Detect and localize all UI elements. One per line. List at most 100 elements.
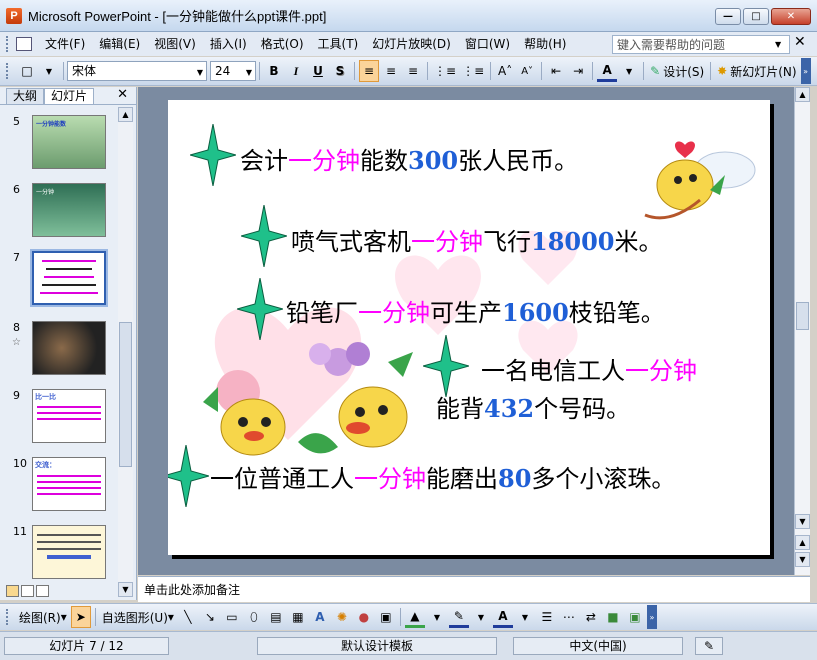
slide-thumb-10[interactable]: 10 交流： [0, 457, 118, 517]
slide-text-line-2[interactable]: 喷气式客机一分钟飞行18000米。 [291, 227, 663, 257]
chevron-down-icon[interactable]: ▼ [775, 40, 781, 49]
slide-text-line-6[interactable]: 一位普通工人一分钟能磨出80多个小滚珠。 [210, 464, 675, 494]
slide-text-line-1[interactable]: 会计一分钟能数300张人民币。 [240, 146, 578, 176]
italic-button[interactable]: I [286, 60, 306, 82]
draw-menu-button[interactable]: 绘图(R) ▾ [17, 606, 69, 628]
scrollbar-thumb[interactable] [796, 302, 809, 330]
line-style-icon[interactable]: ☰ [537, 606, 557, 628]
close-icon[interactable]: ✕ [117, 87, 128, 102]
increase-font-icon[interactable]: A˄ [495, 60, 515, 82]
toolbar-overflow-icon[interactable]: » [800, 58, 811, 84]
slide-thumb-9[interactable]: 9 比一比 [0, 389, 118, 449]
slide-thumbnail[interactable]: 比一比 [32, 389, 106, 443]
slide-thumbnail[interactable]: 一分钟 [32, 183, 106, 237]
autoshapes-button[interactable]: 自选图形(U) ▾ [100, 606, 176, 628]
close-button[interactable]: ✕ [771, 8, 811, 25]
menu-tools[interactable]: 工具(T) [311, 32, 366, 56]
bullets-icon[interactable]: ⋮≡ [460, 60, 486, 82]
bold-button[interactable]: B [264, 60, 284, 82]
chevron-down-icon[interactable]: ▼ [515, 606, 535, 628]
oval-icon[interactable]: ⬯ [244, 606, 264, 628]
select-pointer-icon[interactable]: ➤ [70, 606, 91, 628]
numbering-icon[interactable]: ⋮≡ [432, 60, 458, 82]
menu-file[interactable]: 文件(F) [38, 32, 92, 56]
slide-canvas[interactable]: 会计一分钟能数300张人民币。 喷气式客机一分钟飞行18000米。 铅笔厂一分钟… [168, 100, 770, 555]
shadow-style-icon[interactable]: ■ [603, 606, 623, 628]
maximize-button[interactable]: □ [743, 8, 769, 25]
slide-text-line-5[interactable]: 能背432个号码。 [436, 394, 630, 424]
wordart-icon[interactable]: A [310, 606, 330, 628]
align-left-icon[interactable]: ≡ [359, 60, 379, 82]
font-size-select[interactable]: 24 ▼ [210, 61, 256, 81]
clipart-icon[interactable]: ● [354, 606, 374, 628]
animation-star-icon[interactable]: ☆ [12, 337, 21, 348]
shadow-button[interactable]: S [330, 60, 350, 82]
slide-thumb-6[interactable]: 6 一分钟 [0, 183, 118, 243]
menu-slideshow[interactable]: 幻灯片放映(D) [365, 32, 458, 56]
underline-button[interactable]: U [308, 60, 328, 82]
textbox-icon[interactable]: ▤ [266, 606, 286, 628]
menu-window[interactable]: 窗口(W) [458, 32, 517, 56]
slide-thumb-5[interactable]: 5 一分钟能数 [0, 115, 118, 175]
powerpoint-app-icon[interactable]: P [6, 7, 22, 24]
chevron-down-icon[interactable]: ▼ [427, 606, 447, 628]
tab-slides[interactable]: 幻灯片 [44, 88, 95, 104]
line-icon[interactable]: ╲ [178, 606, 198, 628]
font-color-icon[interactable]: A [492, 606, 513, 628]
font-color-icon[interactable]: A [597, 60, 618, 82]
rectangle-icon[interactable]: ▭ [222, 606, 242, 628]
dash-style-icon[interactable]: ⋯ [559, 606, 579, 628]
menu-help[interactable]: 帮助(H) [517, 32, 573, 56]
slide-thumb-7[interactable]: 7 [0, 249, 118, 311]
chevron-down-icon[interactable]: ▼ [619, 60, 639, 82]
diagram-icon[interactable]: ✺ [332, 606, 352, 628]
normal-view-icon[interactable] [6, 585, 19, 597]
slide-thumbnail[interactable]: 一分钟能数 [32, 115, 106, 169]
slideshow-icon[interactable] [36, 585, 49, 597]
menu-format[interactable]: 格式(O) [254, 32, 311, 56]
arrow-style-icon[interactable]: ⇄ [581, 606, 601, 628]
scroll-down-icon[interactable]: ▼ [118, 582, 133, 597]
toolbar-grip[interactable] [6, 609, 10, 625]
toolbar-options-icon[interactable]: ▼ [39, 60, 59, 82]
vertical-textbox-icon[interactable]: ▦ [288, 606, 308, 628]
slide-scrollbar[interactable]: ▲ ▼ ▲ ▼ [794, 87, 810, 575]
menu-insert[interactable]: 插入(I) [203, 32, 254, 56]
align-center-icon[interactable]: ≡ [381, 60, 401, 82]
slide-thumbnail-selected[interactable] [30, 249, 108, 307]
menu-grip[interactable] [6, 36, 10, 52]
design-button[interactable]: ✎ 设计(S) [648, 60, 706, 82]
menu-edit[interactable]: 编辑(E) [92, 32, 147, 56]
slide-text-line-3[interactable]: 铅笔厂一分钟可生产1600枝铅笔。 [286, 298, 665, 328]
slide-thumbnail[interactable] [32, 525, 106, 579]
line-color-icon[interactable]: ✎ [448, 606, 469, 628]
decrease-font-icon[interactable]: A˅ [517, 60, 537, 82]
toolbar-grip[interactable] [6, 63, 10, 79]
next-slide-icon[interactable]: ▼ [795, 552, 810, 567]
toolbar-overflow-icon[interactable]: » [646, 605, 657, 629]
thumbnail-scrollbar[interactable]: ▲ ▼ [118, 107, 133, 597]
font-select[interactable]: 宋体 ▼ [67, 61, 207, 81]
previous-slide-icon[interactable]: ▲ [795, 535, 810, 550]
notes-pane[interactable]: 单击此处添加备注 [138, 576, 810, 602]
align-right-icon[interactable]: ≡ [403, 60, 423, 82]
menu-view[interactable]: 视图(V) [147, 32, 203, 56]
chevron-down-icon[interactable]: ▼ [471, 606, 491, 628]
tab-outline[interactable]: 大纲 [6, 88, 45, 104]
slide-thumb-8[interactable]: 8 ☆ [0, 321, 118, 381]
slide-thumbnail[interactable] [32, 321, 106, 375]
decrease-indent-icon[interactable]: ⇤ [546, 60, 566, 82]
spelling-check-icon[interactable]: ✎ [695, 637, 723, 655]
slide-text-line-4[interactable]: 一名电信工人一分钟 [481, 356, 697, 386]
new-slide-button[interactable]: ✸ 新幻灯片(N) [715, 60, 798, 82]
document-close-icon[interactable]: ✕ [794, 34, 806, 50]
slide-thumbnail[interactable]: 交流： [32, 457, 106, 511]
fill-color-icon[interactable]: ▲ [404, 606, 425, 628]
new-document-icon[interactable]: □ [17, 60, 37, 82]
scrollbar-thumb[interactable] [119, 322, 132, 467]
doc-icon[interactable] [16, 37, 32, 51]
scroll-up-icon[interactable]: ▲ [118, 107, 133, 122]
3d-style-icon[interactable]: ▣ [625, 606, 645, 628]
arrow-icon[interactable]: ↘ [200, 606, 220, 628]
scroll-down-icon[interactable]: ▼ [795, 514, 810, 529]
